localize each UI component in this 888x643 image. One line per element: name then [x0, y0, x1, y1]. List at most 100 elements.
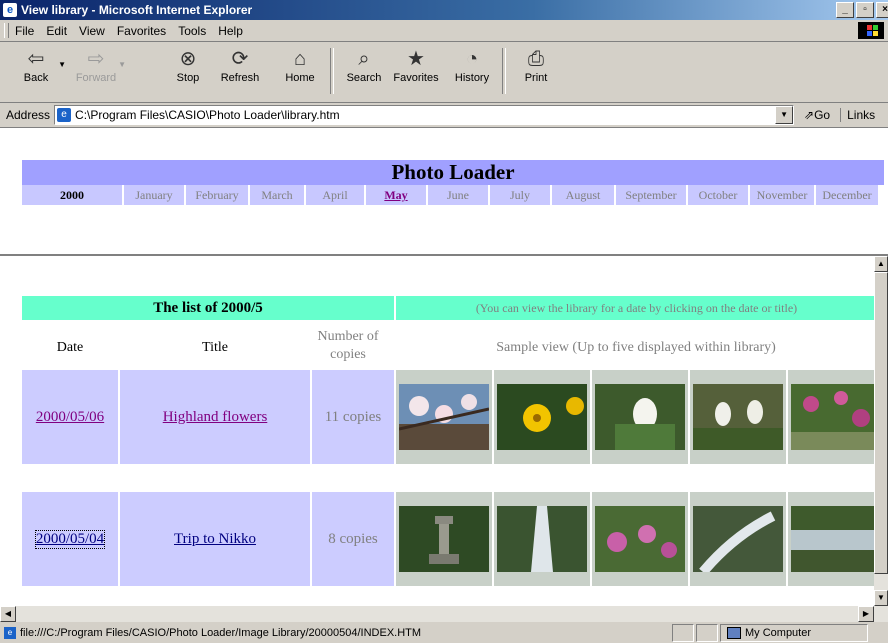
favorites-label: Favorites	[393, 72, 439, 84]
list-hint: (You can view the library for a date by …	[396, 296, 874, 320]
pond-photo	[791, 506, 874, 572]
month-october: October	[688, 185, 748, 205]
library-frame: The list of 2000/5 (You can view the lib…	[0, 256, 874, 606]
month-april: April	[306, 185, 364, 205]
month-september: September	[616, 185, 686, 205]
home-icon: ⌂	[293, 48, 307, 70]
status-pane	[672, 624, 694, 642]
menu-bar: File Edit View Favorites Tools Help	[0, 20, 888, 42]
go-button[interactable]: ⇗Go	[804, 108, 830, 122]
sample-thumbnail[interactable]	[494, 370, 590, 464]
window-title-bar[interactable]: e View library - Microsoft Internet Expl…	[0, 0, 888, 20]
vertical-scrollbar[interactable]: ▲ ▼	[874, 256, 888, 606]
month-november: November	[750, 185, 814, 205]
sample-thumbnail[interactable]	[396, 370, 492, 464]
azalea-bush-photo	[791, 384, 874, 450]
sample-thumbnail[interactable]	[690, 370, 786, 464]
go-label: Go	[814, 108, 831, 122]
title-link[interactable]: Highland flowers	[163, 409, 268, 426]
date-cell: 2000/05/06	[22, 370, 118, 464]
scroll-right-icon[interactable]: ▶	[858, 606, 874, 622]
sample-thumbnail[interactable]	[592, 492, 688, 586]
zone-label: My Computer	[745, 627, 812, 639]
scroll-down-icon[interactable]: ▼	[874, 590, 888, 606]
history-icon: ◔	[465, 48, 479, 70]
month-march: March	[250, 185, 304, 205]
menu-favorites[interactable]: Favorites	[117, 24, 166, 38]
scroll-up-icon[interactable]: ▲	[874, 256, 888, 272]
sample-thumbnail[interactable]	[788, 492, 874, 586]
favorites-button[interactable]: ★ Favorites	[392, 46, 440, 84]
horizontal-scrollbar[interactable]: ◀ ▶	[0, 606, 888, 622]
refresh-button[interactable]: ⟳ Refresh	[216, 46, 264, 84]
refresh-icon: ⟳	[231, 48, 249, 70]
month-navigation: 2000 January February March April May Ju…	[22, 185, 884, 205]
sample-thumbnails	[396, 370, 874, 464]
skunk-cabbage-photo	[693, 384, 783, 450]
list-title: The list of 2000/5	[22, 296, 394, 320]
search-button[interactable]: ⌕ Search	[340, 46, 388, 84]
ie-page-icon: e	[4, 627, 16, 639]
scroll-thumb[interactable]	[874, 272, 888, 574]
stop-button[interactable]: ⊗ Stop	[164, 46, 212, 84]
month-january: January	[124, 185, 184, 205]
year-label: 2000	[22, 185, 122, 205]
print-button[interactable]: ⎙ Print	[512, 46, 560, 84]
forward-label: Forward	[75, 72, 117, 84]
menu-help[interactable]: Help	[218, 24, 243, 38]
address-field[interactable]: e C:\Program Files\CASIO\Photo Loader\li…	[54, 105, 795, 125]
home-button[interactable]: ⌂ Home	[276, 46, 324, 84]
white-flower-photo	[595, 384, 685, 450]
menu-file[interactable]: File	[15, 24, 34, 38]
printer-icon: ⎙	[528, 48, 544, 70]
stop-icon: ⊗	[179, 48, 197, 70]
menu-edit[interactable]: Edit	[46, 24, 67, 38]
address-label: Address	[6, 108, 51, 122]
computer-icon	[727, 627, 741, 639]
windows-logo-icon	[858, 22, 884, 39]
toolbar-separator	[502, 48, 506, 94]
links-button[interactable]: Links	[840, 108, 875, 122]
forward-dropdown-icon[interactable]: ▼	[118, 60, 126, 69]
address-url[interactable]: C:\Program Files\CASIO\Photo Loader\libr…	[75, 108, 340, 122]
column-header-title: Title	[202, 340, 228, 355]
month-august: August	[552, 185, 614, 205]
month-may-link[interactable]: May	[366, 185, 426, 205]
security-zone: My Computer	[720, 624, 868, 642]
close-button[interactable]: ×	[876, 2, 888, 18]
menu-grip	[4, 23, 9, 38]
ie-icon: e	[3, 3, 17, 17]
go-arrow-icon: ⇗	[804, 108, 815, 122]
cherry-blossom-photo	[399, 384, 489, 450]
address-dropdown-icon[interactable]: ▼	[775, 106, 794, 124]
status-url: file:///C:/Program Files/CASIO/Photo Loa…	[20, 627, 422, 639]
search-icon: ⌕	[358, 48, 370, 70]
forward-arrow-icon: ⇨	[87, 48, 105, 70]
sample-thumbnail[interactable]	[396, 492, 492, 586]
date-link[interactable]: 2000/05/06	[36, 409, 104, 426]
copies-count: 11 copies	[312, 370, 394, 464]
month-december: December	[816, 185, 878, 205]
stone-lantern-photo	[399, 506, 489, 572]
yellow-flower-photo	[497, 384, 587, 450]
home-label: Home	[285, 72, 315, 84]
forward-button[interactable]: ⇨ Forward ▼	[72, 46, 126, 84]
copies-count: 8 copies	[312, 492, 394, 586]
menu-tools[interactable]: Tools	[178, 24, 206, 38]
status-pane	[696, 624, 718, 642]
minimize-button[interactable]: _	[836, 2, 854, 18]
history-button[interactable]: ◔ History	[448, 46, 496, 84]
menu-view[interactable]: View	[79, 24, 105, 38]
back-dropdown-icon[interactable]: ▼	[58, 60, 66, 69]
sample-thumbnail[interactable]	[592, 370, 688, 464]
sample-thumbnails	[396, 492, 874, 586]
back-button[interactable]: ⇦ Back ▼	[12, 46, 66, 84]
sample-thumbnail[interactable]	[690, 492, 786, 586]
date-link[interactable]: 2000/05/04	[34, 529, 106, 549]
scroll-left-icon[interactable]: ◀	[0, 606, 16, 622]
maximize-button[interactable]: ▫	[856, 2, 874, 18]
sample-thumbnail[interactable]	[494, 492, 590, 586]
title-link[interactable]: Trip to Nikko	[174, 531, 256, 548]
month-june: June	[428, 185, 488, 205]
sample-thumbnail[interactable]	[788, 370, 874, 464]
